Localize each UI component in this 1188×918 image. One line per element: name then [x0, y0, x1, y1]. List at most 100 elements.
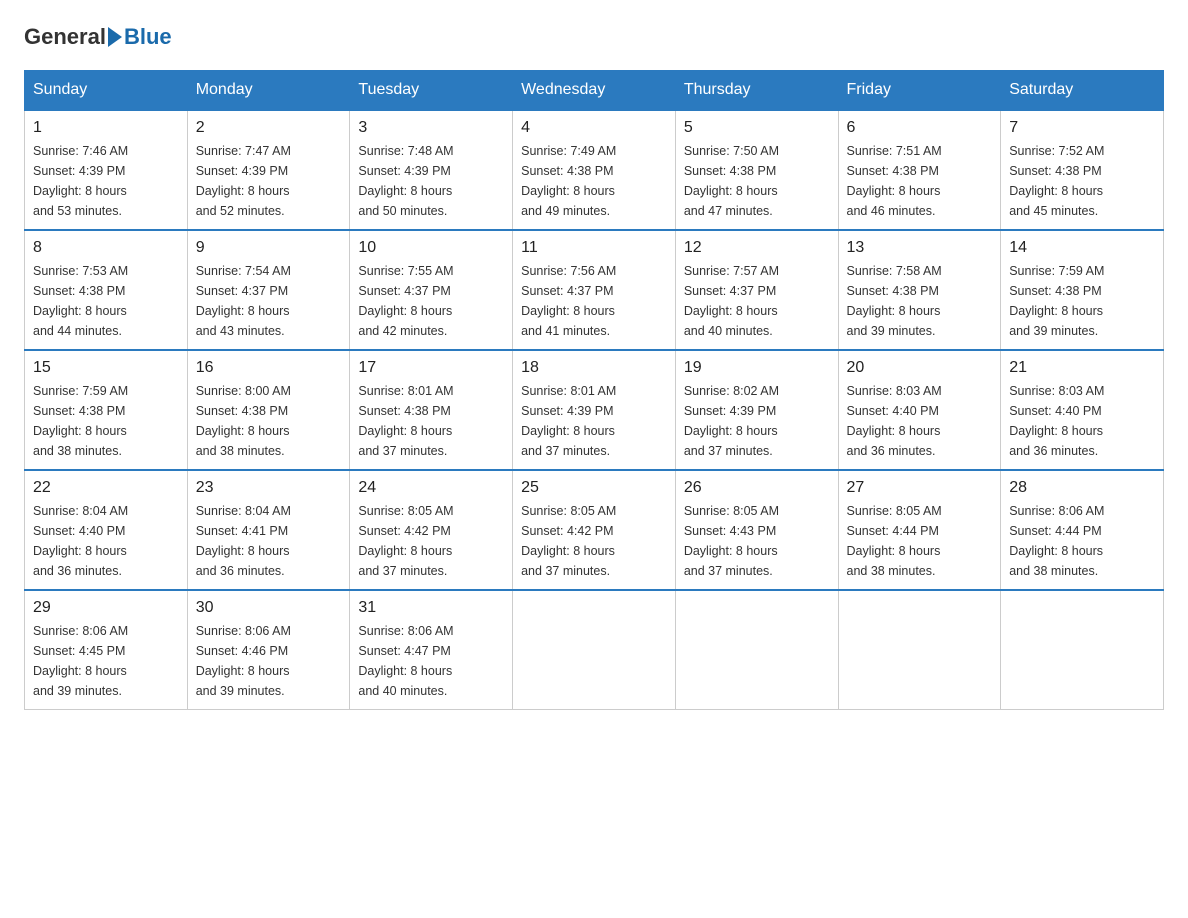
calendar-cell: 17 Sunrise: 8:01 AMSunset: 4:38 PMDaylig…	[350, 350, 513, 470]
day-number: 13	[847, 239, 993, 257]
calendar-cell: 22 Sunrise: 8:04 AMSunset: 4:40 PMDaylig…	[25, 470, 188, 590]
day-number: 10	[358, 239, 504, 257]
day-info: Sunrise: 7:47 AMSunset: 4:39 PMDaylight:…	[196, 141, 342, 221]
calendar-cell: 5 Sunrise: 7:50 AMSunset: 4:38 PMDayligh…	[675, 110, 838, 230]
day-number: 5	[684, 119, 830, 137]
calendar-header-friday: Friday	[838, 71, 1001, 111]
calendar-cell: 3 Sunrise: 7:48 AMSunset: 4:39 PMDayligh…	[350, 110, 513, 230]
calendar-header-row: SundayMondayTuesdayWednesdayThursdayFrid…	[25, 71, 1164, 111]
day-number: 29	[33, 599, 179, 617]
calendar-cell: 10 Sunrise: 7:55 AMSunset: 4:37 PMDaylig…	[350, 230, 513, 350]
calendar-cell: 26 Sunrise: 8:05 AMSunset: 4:43 PMDaylig…	[675, 470, 838, 590]
day-number: 19	[684, 359, 830, 377]
day-info: Sunrise: 7:46 AMSunset: 4:39 PMDaylight:…	[33, 141, 179, 221]
day-number: 15	[33, 359, 179, 377]
calendar-cell: 28 Sunrise: 8:06 AMSunset: 4:44 PMDaylig…	[1001, 470, 1164, 590]
day-info: Sunrise: 8:06 AMSunset: 4:47 PMDaylight:…	[358, 621, 504, 701]
calendar-header-thursday: Thursday	[675, 71, 838, 111]
day-number: 12	[684, 239, 830, 257]
day-info: Sunrise: 8:05 AMSunset: 4:44 PMDaylight:…	[847, 501, 993, 581]
calendar-table: SundayMondayTuesdayWednesdayThursdayFrid…	[24, 70, 1164, 710]
day-info: Sunrise: 7:53 AMSunset: 4:38 PMDaylight:…	[33, 261, 179, 341]
day-number: 28	[1009, 479, 1155, 497]
logo-arrow-icon	[108, 27, 122, 47]
calendar-cell: 7 Sunrise: 7:52 AMSunset: 4:38 PMDayligh…	[1001, 110, 1164, 230]
calendar-week-row: 8 Sunrise: 7:53 AMSunset: 4:38 PMDayligh…	[25, 230, 1164, 350]
day-number: 8	[33, 239, 179, 257]
day-number: 27	[847, 479, 993, 497]
calendar-cell: 29 Sunrise: 8:06 AMSunset: 4:45 PMDaylig…	[25, 590, 188, 710]
day-info: Sunrise: 8:03 AMSunset: 4:40 PMDaylight:…	[847, 381, 993, 461]
day-info: Sunrise: 8:06 AMSunset: 4:45 PMDaylight:…	[33, 621, 179, 701]
calendar-cell: 23 Sunrise: 8:04 AMSunset: 4:41 PMDaylig…	[187, 470, 350, 590]
calendar-cell: 21 Sunrise: 8:03 AMSunset: 4:40 PMDaylig…	[1001, 350, 1164, 470]
logo-general-text: General	[24, 24, 106, 50]
day-info: Sunrise: 8:05 AMSunset: 4:42 PMDaylight:…	[358, 501, 504, 581]
calendar-cell: 9 Sunrise: 7:54 AMSunset: 4:37 PMDayligh…	[187, 230, 350, 350]
calendar-week-row: 15 Sunrise: 7:59 AMSunset: 4:38 PMDaylig…	[25, 350, 1164, 470]
day-info: Sunrise: 8:01 AMSunset: 4:38 PMDaylight:…	[358, 381, 504, 461]
day-info: Sunrise: 8:04 AMSunset: 4:40 PMDaylight:…	[33, 501, 179, 581]
day-info: Sunrise: 7:51 AMSunset: 4:38 PMDaylight:…	[847, 141, 993, 221]
day-number: 2	[196, 119, 342, 137]
calendar-cell	[513, 590, 676, 710]
day-info: Sunrise: 7:48 AMSunset: 4:39 PMDaylight:…	[358, 141, 504, 221]
calendar-cell: 30 Sunrise: 8:06 AMSunset: 4:46 PMDaylig…	[187, 590, 350, 710]
day-number: 9	[196, 239, 342, 257]
day-info: Sunrise: 8:05 AMSunset: 4:43 PMDaylight:…	[684, 501, 830, 581]
day-info: Sunrise: 8:01 AMSunset: 4:39 PMDaylight:…	[521, 381, 667, 461]
calendar-cell: 16 Sunrise: 8:00 AMSunset: 4:38 PMDaylig…	[187, 350, 350, 470]
day-number: 1	[33, 119, 179, 137]
day-number: 21	[1009, 359, 1155, 377]
day-info: Sunrise: 8:04 AMSunset: 4:41 PMDaylight:…	[196, 501, 342, 581]
day-number: 3	[358, 119, 504, 137]
day-info: Sunrise: 7:50 AMSunset: 4:38 PMDaylight:…	[684, 141, 830, 221]
calendar-cell: 19 Sunrise: 8:02 AMSunset: 4:39 PMDaylig…	[675, 350, 838, 470]
calendar-week-row: 29 Sunrise: 8:06 AMSunset: 4:45 PMDaylig…	[25, 590, 1164, 710]
calendar-week-row: 1 Sunrise: 7:46 AMSunset: 4:39 PMDayligh…	[25, 110, 1164, 230]
day-info: Sunrise: 8:02 AMSunset: 4:39 PMDaylight:…	[684, 381, 830, 461]
day-info: Sunrise: 7:54 AMSunset: 4:37 PMDaylight:…	[196, 261, 342, 341]
day-number: 6	[847, 119, 993, 137]
calendar-cell: 6 Sunrise: 7:51 AMSunset: 4:38 PMDayligh…	[838, 110, 1001, 230]
day-number: 18	[521, 359, 667, 377]
day-number: 17	[358, 359, 504, 377]
day-info: Sunrise: 7:57 AMSunset: 4:37 PMDaylight:…	[684, 261, 830, 341]
day-number: 30	[196, 599, 342, 617]
logo: General Blue	[24, 24, 172, 50]
day-number: 22	[33, 479, 179, 497]
day-number: 4	[521, 119, 667, 137]
calendar-cell: 18 Sunrise: 8:01 AMSunset: 4:39 PMDaylig…	[513, 350, 676, 470]
day-info: Sunrise: 8:00 AMSunset: 4:38 PMDaylight:…	[196, 381, 342, 461]
day-number: 31	[358, 599, 504, 617]
day-number: 20	[847, 359, 993, 377]
calendar-cell: 20 Sunrise: 8:03 AMSunset: 4:40 PMDaylig…	[838, 350, 1001, 470]
day-number: 7	[1009, 119, 1155, 137]
calendar-cell	[1001, 590, 1164, 710]
day-number: 23	[196, 479, 342, 497]
calendar-cell: 14 Sunrise: 7:59 AMSunset: 4:38 PMDaylig…	[1001, 230, 1164, 350]
calendar-cell: 13 Sunrise: 7:58 AMSunset: 4:38 PMDaylig…	[838, 230, 1001, 350]
day-number: 25	[521, 479, 667, 497]
day-info: Sunrise: 8:03 AMSunset: 4:40 PMDaylight:…	[1009, 381, 1155, 461]
day-info: Sunrise: 8:05 AMSunset: 4:42 PMDaylight:…	[521, 501, 667, 581]
calendar-cell: 25 Sunrise: 8:05 AMSunset: 4:42 PMDaylig…	[513, 470, 676, 590]
calendar-cell: 15 Sunrise: 7:59 AMSunset: 4:38 PMDaylig…	[25, 350, 188, 470]
calendar-cell	[675, 590, 838, 710]
calendar-cell: 12 Sunrise: 7:57 AMSunset: 4:37 PMDaylig…	[675, 230, 838, 350]
calendar-cell: 4 Sunrise: 7:49 AMSunset: 4:38 PMDayligh…	[513, 110, 676, 230]
calendar-cell: 27 Sunrise: 8:05 AMSunset: 4:44 PMDaylig…	[838, 470, 1001, 590]
day-info: Sunrise: 7:59 AMSunset: 4:38 PMDaylight:…	[33, 381, 179, 461]
day-info: Sunrise: 7:49 AMSunset: 4:38 PMDaylight:…	[521, 141, 667, 221]
calendar-cell: 24 Sunrise: 8:05 AMSunset: 4:42 PMDaylig…	[350, 470, 513, 590]
day-info: Sunrise: 8:06 AMSunset: 4:44 PMDaylight:…	[1009, 501, 1155, 581]
calendar-header-monday: Monday	[187, 71, 350, 111]
calendar-header-sunday: Sunday	[25, 71, 188, 111]
calendar-cell: 1 Sunrise: 7:46 AMSunset: 4:39 PMDayligh…	[25, 110, 188, 230]
day-info: Sunrise: 7:56 AMSunset: 4:37 PMDaylight:…	[521, 261, 667, 341]
calendar-week-row: 22 Sunrise: 8:04 AMSunset: 4:40 PMDaylig…	[25, 470, 1164, 590]
day-number: 16	[196, 359, 342, 377]
calendar-cell	[838, 590, 1001, 710]
calendar-header-tuesday: Tuesday	[350, 71, 513, 111]
day-info: Sunrise: 7:59 AMSunset: 4:38 PMDaylight:…	[1009, 261, 1155, 341]
